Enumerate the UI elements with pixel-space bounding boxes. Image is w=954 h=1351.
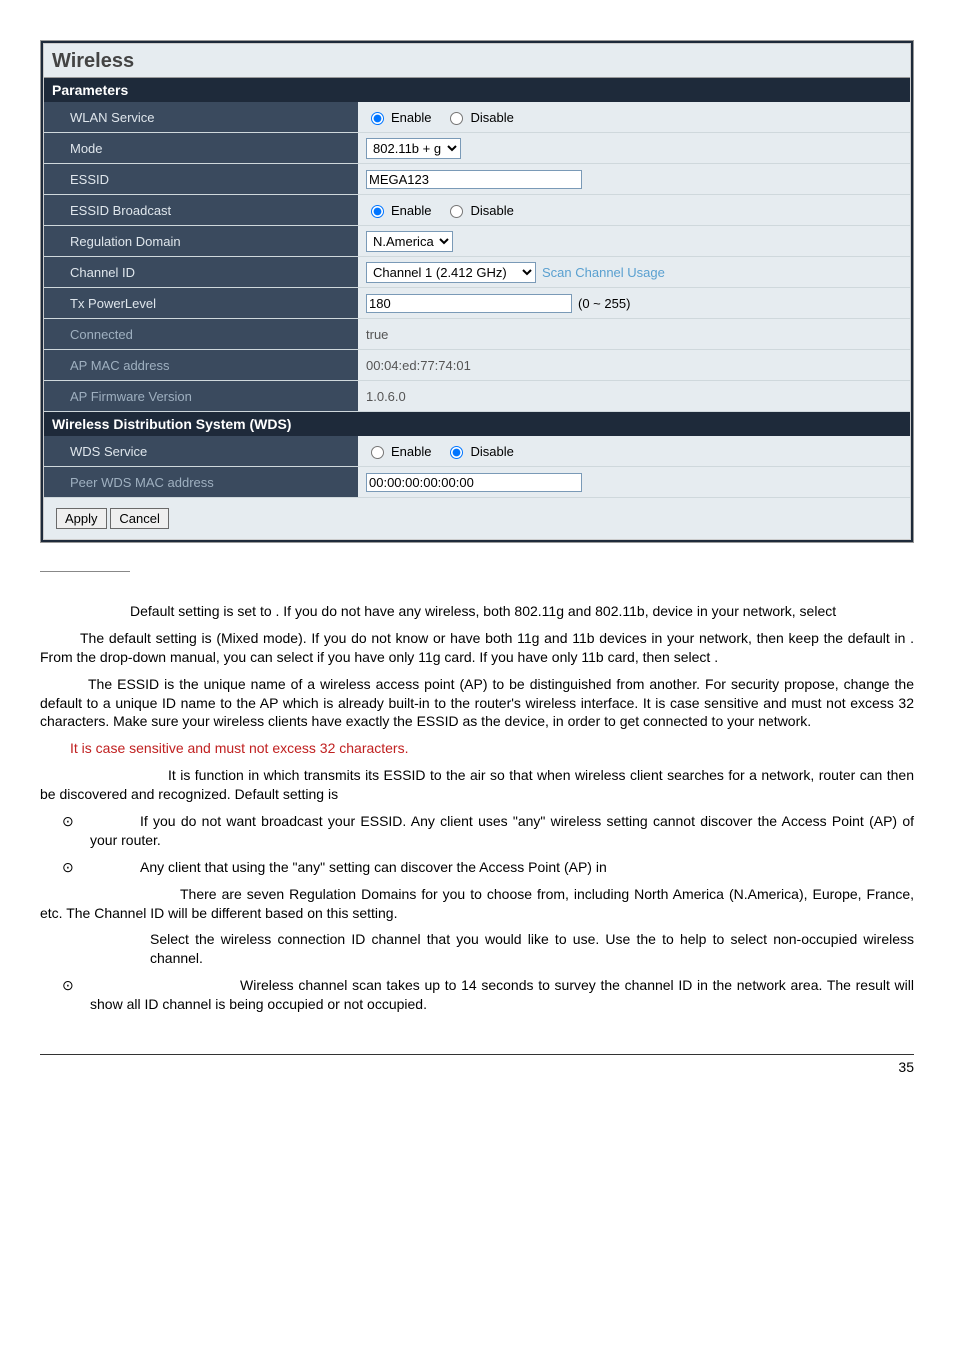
channel-id-label: Channel ID: [44, 257, 358, 287]
essid-label: ESSID: [44, 164, 358, 194]
row-ap-fw: AP Firmware Version 1.0.6.0: [44, 381, 910, 412]
row-peer-mac: Peer WDS MAC address: [44, 467, 910, 498]
row-channel-id: Channel ID Channel 1 (2.412 GHz) Scan Ch…: [44, 257, 910, 288]
wlan-disable-radio[interactable]: [450, 112, 463, 125]
parameters-header: Parameters: [44, 78, 910, 102]
wds-disable-label: Disable: [470, 444, 513, 459]
para-essid-warning: It is case sensitive and must not excess…: [40, 739, 914, 758]
connected-value: true: [358, 323, 910, 346]
ebc-disable-label: Disable: [470, 203, 513, 218]
peer-mac-label: Peer WDS MAC address: [44, 467, 358, 497]
mode-label: Mode: [44, 133, 358, 163]
wlan-enable-radio[interactable]: [371, 112, 384, 125]
row-ap-mac: AP MAC address 00:04:ed:77:74:01: [44, 350, 910, 381]
wds-enable-label: Enable: [391, 444, 431, 459]
wds-service-label: WDS Service: [44, 436, 358, 466]
page-number: 35: [898, 1059, 914, 1075]
tx-power-hint: (0 ~ 255): [578, 296, 630, 311]
connected-label: Connected: [44, 319, 358, 349]
ap-fw-value: 1.0.6.0: [358, 385, 910, 408]
page-footer: 35: [40, 1054, 914, 1075]
tx-power-label: Tx PowerLevel: [44, 288, 358, 318]
row-mode: Mode 802.11b + g: [44, 133, 910, 164]
row-essid-broadcast: ESSID Broadcast Enable Disable: [44, 195, 910, 226]
scan-channel-link[interactable]: Scan Channel Usage: [542, 265, 665, 280]
row-essid: ESSID: [44, 164, 910, 195]
bullet-disable-broadcast: If you do not want broadcast your ESSID.…: [90, 812, 914, 850]
cancel-button[interactable]: Cancel: [110, 508, 168, 529]
tx-power-input[interactable]: [366, 294, 572, 313]
ebc-enable-radio[interactable]: [371, 205, 384, 218]
regulation-domain-label: Regulation Domain: [44, 226, 358, 256]
para-mode: The default setting is (Mixed mode). If …: [40, 629, 914, 667]
enable-label: Enable: [391, 110, 431, 125]
para-essid: The ESSID is the unique name of a wirele…: [40, 675, 914, 732]
row-wds-service: WDS Service Enable Disable: [44, 436, 910, 467]
ap-fw-label: AP Firmware Version: [44, 381, 358, 411]
ebc-disable-radio[interactable]: [450, 205, 463, 218]
para-channel-id: Select the wireless connection ID channe…: [40, 930, 914, 968]
wds-enable-radio[interactable]: [371, 446, 384, 459]
divider: [40, 571, 130, 572]
wlan-service-label: WLAN Service: [44, 102, 358, 132]
para-wlan-service: Default setting is set to . If you do no…: [40, 602, 914, 621]
panel-title: Wireless: [44, 44, 910, 78]
ap-mac-value: 00:04:ed:77:74:01: [358, 354, 910, 377]
bullet-scan-channel: Wireless channel scan takes up to 14 sec…: [90, 976, 914, 1014]
essid-broadcast-label: ESSID Broadcast: [44, 195, 358, 225]
button-row: Apply Cancel: [44, 498, 910, 539]
wds-service-radio[interactable]: Enable Disable: [366, 443, 524, 459]
ap-mac-label: AP MAC address: [44, 350, 358, 380]
disable-label: Disable: [470, 110, 513, 125]
wlan-service-radio[interactable]: Enable Disable: [366, 109, 524, 125]
document-body: Default setting is set to . If you do no…: [40, 602, 914, 1014]
peer-mac-input[interactable]: [366, 473, 582, 492]
regulation-select[interactable]: N.America: [366, 231, 453, 252]
channel-select[interactable]: Channel 1 (2.412 GHz): [366, 262, 536, 283]
row-wlan-service: WLAN Service Enable Disable: [44, 102, 910, 133]
wds-disable-radio[interactable]: [450, 446, 463, 459]
para-regulation-domain: There are seven Regulation Domains for y…: [40, 885, 914, 923]
mode-select[interactable]: 802.11b + g: [366, 138, 461, 159]
para-essid-broadcast: It is function in which transmits its ES…: [40, 766, 914, 804]
essid-broadcast-radio[interactable]: Enable Disable: [366, 202, 524, 218]
row-connected: Connected true: [44, 319, 910, 350]
wireless-panel: Wireless Parameters WLAN Service Enable …: [40, 40, 914, 543]
essid-input[interactable]: [366, 170, 582, 189]
ebc-enable-label: Enable: [391, 203, 431, 218]
wds-header: Wireless Distribution System (WDS): [44, 412, 910, 436]
apply-button[interactable]: Apply: [56, 508, 107, 529]
row-tx-power: Tx PowerLevel (0 ~ 255): [44, 288, 910, 319]
bullet-enable-broadcast: Any client that using the "any" setting …: [90, 858, 914, 877]
row-regulation-domain: Regulation Domain N.America: [44, 226, 910, 257]
